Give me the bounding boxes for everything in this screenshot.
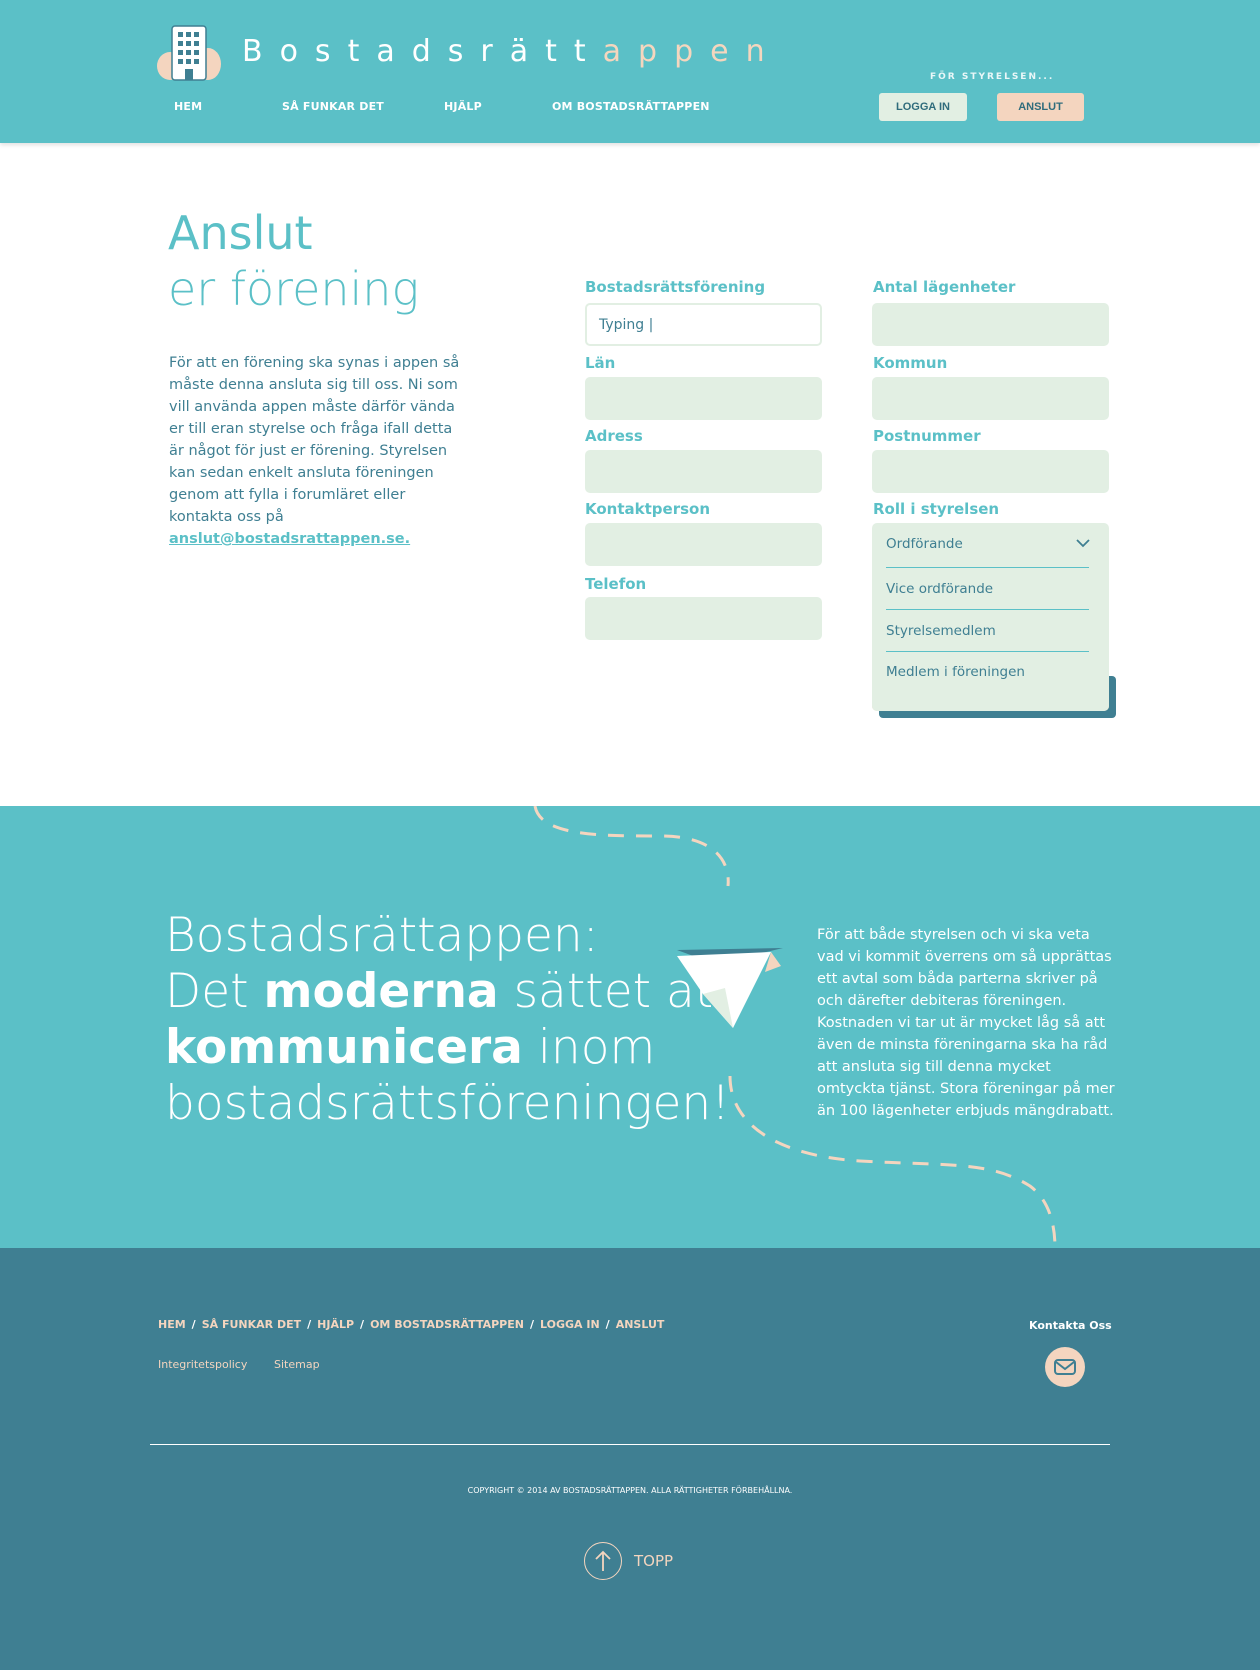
footer-nav-sa-funkar-det[interactable]: SÅ FUNKAR DET [202,1318,301,1331]
dropdown-divider [886,651,1089,652]
nav-hjalp[interactable]: HJÄLP [444,100,482,113]
integritet-link[interactable]: Integritetspolicy [158,1358,247,1371]
nav-sa-funkar-det[interactable]: SÅ FUNKAR DET [282,100,384,113]
telefon-input[interactable] [585,597,822,640]
label-kommun: Kommun [873,354,948,372]
footer-nav-om[interactable]: OM BOSTADSRÄTTAPPEN [370,1318,524,1331]
kontaktperson-input[interactable] [585,523,822,566]
dropdown-divider [886,567,1089,568]
label-kontaktperson: Kontaktperson [585,500,711,518]
banner-line1: Bostadsrättappen: [165,908,599,963]
banner-line2-a: Det [165,964,264,1019]
intro-body: För att en förening ska synas i appen så… [169,355,460,525]
label-postnummer: Postnummer [873,427,981,445]
forening-input-value: Typing | [599,316,654,333]
footer-nav-separator: / [191,1318,196,1331]
lan-input[interactable] [585,377,822,420]
footer-nav-hjalp[interactable]: HJÄLP [317,1318,354,1331]
antal-input[interactable] [872,303,1109,346]
banner-headline: Bostadsrättappen: Det moderna sättet att… [165,908,732,1132]
logo-text-accent: appen [602,34,782,69]
mail-button[interactable] [1045,1347,1085,1387]
footer-nav-separator: / [307,1318,312,1331]
intro-text: För att en förening ska synas i appen så… [169,352,469,550]
promo-banner: Bostadsrättappen: Det moderna sättet att… [0,806,1260,1248]
roll-option-styrelsemedlem[interactable]: Styrelsemedlem [886,623,1089,639]
arrow-up-icon[interactable] [584,1542,622,1580]
label-roll: Roll i styrelsen [873,500,1000,518]
chevron-down-icon[interactable] [1075,537,1091,549]
footer-nav-separator: / [529,1318,534,1331]
banner-line3: kommunicera inom [165,1020,732,1076]
banner-line2-b: moderna [263,964,499,1019]
nav-hem[interactable]: HEM [174,100,202,113]
footer-nav-separator: / [605,1318,610,1331]
postnummer-input[interactable] [872,450,1109,493]
adress-input[interactable] [585,450,822,493]
paper-plane-icon [677,948,783,1028]
footer-nav-anslut[interactable]: ANSLUT [616,1318,665,1331]
anslut-button[interactable]: ANSLUT [997,93,1084,121]
site-footer: HEM / SÅ FUNKAR DET / HJÄLP / OM BOSTADSRÄT… [0,1248,1260,1670]
kontakta-label: Kontakta Oss [1029,1319,1112,1332]
banner-line3-a: kommunicera [165,1020,523,1075]
email-link[interactable]: anslut@bostadsrattappen.se. [169,531,410,547]
nav-om-bostadsrattappen[interactable]: OM BOSTADSRÄTTAPPEN [552,100,710,113]
footer-nav-separator: / [360,1318,365,1331]
banner-line2: Det moderna sättet att [165,964,732,1020]
logo-text-main: Bostadsrätt [242,34,603,69]
page-subtitle: er förening [168,262,420,316]
roll-selected[interactable]: Ordförande [886,536,1089,552]
footer-nav-logga-in[interactable]: LOGGA IN [540,1318,600,1331]
for-styrelsen-label: FÖR STYRELSEN... [930,72,1055,82]
label-telefon: Telefon [585,575,647,593]
building-icon[interactable] [156,24,222,82]
copyright-text: COPYRIGHT © 2014 AV BOSTADSRÄTTAPPEN. AL… [467,1486,793,1495]
login-button[interactable]: LOGGA IN [879,93,967,121]
banner-line3-b: inom [522,1020,656,1075]
label-antal: Antal lägenheter [873,278,1016,296]
topp-label[interactable]: TOPP [634,1552,673,1570]
footer-divider [150,1444,1110,1445]
forening-input[interactable]: Typing | [585,303,822,346]
dropdown-divider [886,609,1089,610]
sitemap-link[interactable]: Sitemap [274,1358,320,1371]
site-header: Bostadsrättappen HEM SÅ FUNKAR DET HJÄLP… [0,0,1260,143]
roll-option-vice[interactable]: Vice ordförande [886,581,1089,597]
logo-text[interactable]: Bostadsrättappen [242,34,782,69]
kommun-input[interactable] [872,377,1109,420]
label-lan: Län [585,354,616,372]
mail-icon [1054,1359,1076,1375]
label-forening: Bostadsrättsförening [585,278,766,296]
roll-select[interactable]: Ordförande Vice ordförande Styrelsemedle… [872,523,1109,711]
footer-nav: HEM / SÅ FUNKAR DET / HJÄLP / OM BOSTADSRÄT… [158,1318,664,1331]
footer-nav-hem[interactable]: HEM [158,1318,186,1331]
banner-line4: bostadsrättsföreningen! [165,1076,730,1131]
page-title: Anslut [168,206,313,260]
banner-side-text: För att både styrelsen och vi ska veta v… [817,927,1115,1119]
label-adress: Adress [585,427,643,445]
back-to-top[interactable]: TOPP [584,1542,673,1580]
roll-option-medlem[interactable]: Medlem i föreningen [886,664,1089,680]
